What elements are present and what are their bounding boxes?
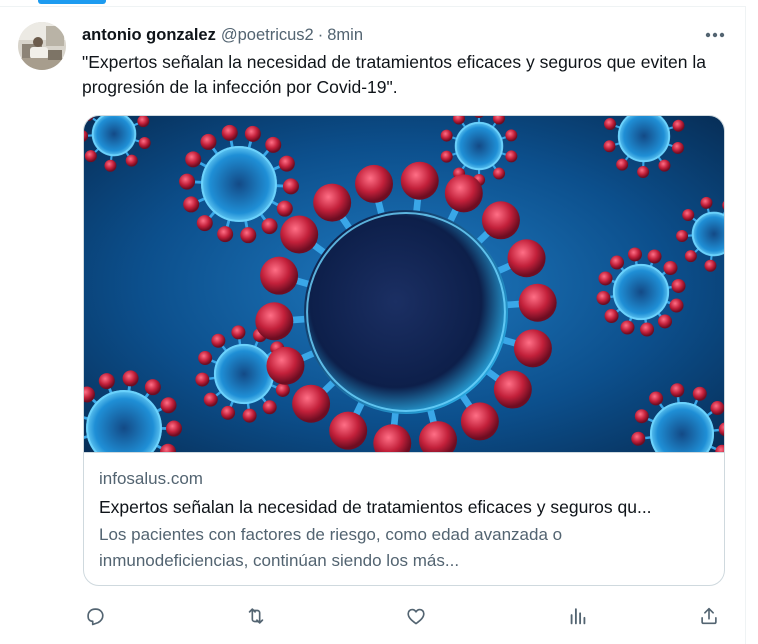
card-image[interactable]: [84, 116, 724, 452]
reply-icon: [87, 608, 104, 626]
avatar[interactable]: [18, 22, 66, 70]
retweet-icon: [248, 608, 264, 624]
top-divider: [0, 6, 745, 7]
active-tab-indicator: [38, 0, 106, 4]
share-button[interactable]: [696, 603, 722, 629]
column-border: [745, 6, 746, 644]
card-domain: infosalus.com: [99, 469, 203, 488]
tweet-frame: antonio gonzalez @poetricus2 · 8min "Exp…: [0, 0, 758, 644]
link-preview-card[interactable]: infosalus.com Expertos señalan la necesi…: [83, 115, 725, 586]
tweet-header: antonio gonzalez @poetricus2 · 8min: [82, 24, 363, 46]
views-button[interactable]: [565, 603, 591, 629]
user-handle[interactable]: @poetricus2: [221, 26, 314, 45]
retweet-button[interactable]: [243, 603, 269, 629]
avatar-image: [18, 22, 66, 70]
card-body: infosalus.com Expertos señalan la necesi…: [99, 466, 711, 574]
share-icon: [701, 607, 717, 625]
tweet-timestamp[interactable]: 8min: [327, 26, 363, 45]
views-icon: [570, 608, 586, 625]
like-icon: [407, 608, 425, 625]
reply-button[interactable]: [82, 603, 108, 629]
tweet-text: "Expertos señalan la necesidad de tratam…: [82, 52, 706, 97]
more-dots-icon: [705, 32, 725, 38]
tweet-actions: [0, 603, 758, 629]
card-description: Los pacientes con factores de riesgo, co…: [99, 525, 563, 570]
card-divider: [84, 452, 724, 453]
like-button[interactable]: [403, 603, 429, 629]
card-title[interactable]: Expertos señalan la necesidad de tratami…: [99, 494, 711, 520]
virus-illustration: [84, 116, 724, 452]
more-options-button[interactable]: [698, 22, 732, 48]
display-name[interactable]: antonio gonzalez: [82, 26, 216, 45]
separator-dot: ·: [317, 25, 324, 44]
